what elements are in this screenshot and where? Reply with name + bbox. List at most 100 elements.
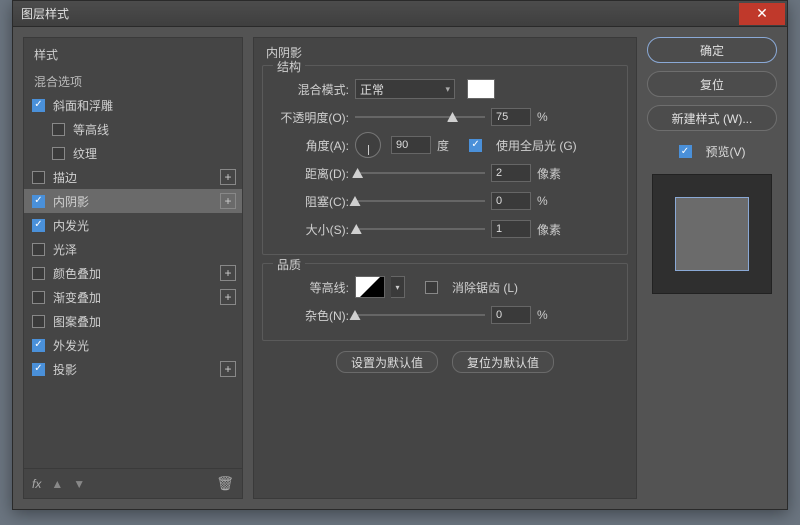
effect-checkbox[interactable] — [32, 291, 45, 304]
move-up-icon[interactable]: ▲ — [51, 477, 63, 491]
preview-label: 预览(V) — [706, 143, 746, 160]
use-global-light-checkbox[interactable] — [469, 139, 482, 152]
pixel-unit: 像素 — [537, 221, 561, 238]
panel-title: 内阴影 — [262, 42, 628, 65]
blend-mode-row: 混合模式: 正常 ▾ — [271, 76, 617, 102]
blending-options-row[interactable]: 混合选项 — [24, 69, 242, 93]
effect-checkbox[interactable] — [32, 267, 45, 280]
effect-checkbox[interactable] — [52, 123, 65, 136]
effect-row[interactable]: 渐变叠加 + — [24, 285, 242, 309]
reset-default-button[interactable]: 复位为默认值 — [452, 351, 554, 373]
noise-label: 杂色(N): — [271, 307, 349, 324]
effect-row[interactable]: 斜面和浮雕 — [24, 93, 242, 117]
preview-toggle[interactable]: 预览(V) — [647, 143, 777, 160]
add-effect-icon[interactable]: + — [220, 265, 236, 281]
effect-row[interactable]: 等高线 — [24, 117, 242, 141]
preview-checkbox[interactable] — [679, 145, 692, 158]
effect-row[interactable]: 投影+ — [24, 357, 242, 381]
pixel-unit: 像素 — [537, 165, 561, 182]
make-default-button[interactable]: 设置为默认值 — [336, 351, 438, 373]
effect-checkbox[interactable] — [32, 99, 45, 112]
blend-mode-value: 正常 — [360, 81, 384, 98]
effect-checkbox[interactable] — [32, 219, 45, 232]
quality-fieldset: 品质 等高线: ▾ 消除锯齿 (L) 杂色(N): % — [262, 263, 628, 341]
effect-checkbox[interactable] — [32, 195, 45, 208]
opacity-label: 不透明度(O): — [271, 109, 349, 126]
choke-row: 阻塞(C): % — [271, 188, 617, 214]
layer-style-dialog: 图层样式 ✕ 样式 混合选项 斜面和浮雕等高线纹理描边+内阴影+内发光光泽颜色叠… — [12, 0, 788, 510]
effect-checkbox[interactable] — [32, 243, 45, 256]
reset-button[interactable]: 复位 — [647, 71, 777, 97]
effect-row[interactable]: 图案叠加 — [24, 309, 242, 333]
opacity-input[interactable] — [491, 108, 531, 126]
effect-label: 颜色叠加 — [53, 265, 101, 282]
add-effect-icon[interactable]: + — [220, 361, 236, 377]
effect-label: 描边 — [53, 169, 77, 186]
effect-row[interactable]: 纹理 — [24, 141, 242, 165]
color-swatch[interactable] — [467, 79, 495, 99]
blending-options-label: 混合选项 — [34, 73, 82, 90]
chevron-down-icon: ▾ — [445, 84, 450, 95]
ok-button[interactable]: 确定 — [647, 37, 777, 63]
effect-list: 斜面和浮雕等高线纹理描边+内阴影+内发光光泽颜色叠加+渐变叠加+图案叠加外发光投… — [24, 93, 242, 468]
add-effect-icon[interactable]: + — [220, 169, 236, 185]
percent-unit: % — [537, 194, 548, 208]
angle-label: 角度(A): — [271, 137, 349, 154]
effect-label: 内发光 — [53, 217, 89, 234]
percent-unit: % — [537, 308, 548, 322]
blend-mode-select[interactable]: 正常 ▾ — [355, 79, 455, 99]
angle-input[interactable] — [391, 136, 431, 154]
effect-row[interactable]: 外发光 — [24, 333, 242, 357]
noise-slider[interactable] — [355, 308, 485, 322]
effect-label: 纹理 — [73, 145, 97, 162]
antialias-checkbox[interactable] — [425, 281, 438, 294]
effect-row[interactable]: 光泽 — [24, 237, 242, 261]
effect-row[interactable]: 内阴影+ — [24, 189, 242, 213]
effect-checkbox[interactable] — [32, 339, 45, 352]
opacity-slider[interactable] — [355, 110, 485, 124]
preview-swatch — [675, 197, 749, 271]
window-title: 图层样式 — [21, 5, 69, 22]
size-input[interactable] — [491, 220, 531, 238]
degree-unit: 度 — [437, 137, 449, 154]
effect-checkbox[interactable] — [32, 171, 45, 184]
trash-icon[interactable]: 🗑 — [216, 475, 234, 492]
contour-dropdown-icon[interactable]: ▾ — [391, 276, 405, 298]
titlebar[interactable]: 图层样式 ✕ — [13, 1, 787, 27]
effect-checkbox[interactable] — [52, 147, 65, 160]
size-slider[interactable] — [355, 222, 485, 236]
sidebar-footer: fx ▲ ▼ 🗑 — [24, 468, 242, 498]
effect-label: 斜面和浮雕 — [53, 97, 113, 114]
choke-slider[interactable] — [355, 194, 485, 208]
quality-legend: 品质 — [273, 256, 305, 273]
dialog-body: 样式 混合选项 斜面和浮雕等高线纹理描边+内阴影+内发光光泽颜色叠加+渐变叠加+… — [13, 27, 787, 509]
effect-row[interactable]: 内发光 — [24, 213, 242, 237]
size-label: 大小(S): — [271, 221, 349, 238]
close-icon: ✕ — [756, 5, 768, 22]
contour-picker[interactable] — [355, 276, 385, 298]
opacity-row: 不透明度(O): % — [271, 104, 617, 130]
move-down-icon[interactable]: ▼ — [73, 477, 85, 491]
effect-row[interactable]: 描边 + — [24, 165, 242, 189]
distance-input[interactable] — [491, 164, 531, 182]
choke-label: 阻塞(C): — [271, 193, 349, 210]
styles-header: 样式 — [24, 38, 242, 69]
antialias-label: 消除锯齿 (L) — [452, 279, 518, 296]
effect-row[interactable]: 颜色叠加 + — [24, 261, 242, 285]
effect-checkbox[interactable] — [32, 315, 45, 328]
effect-label: 渐变叠加 — [53, 289, 101, 306]
distance-slider[interactable] — [355, 166, 485, 180]
add-effect-icon[interactable]: + — [220, 193, 236, 209]
angle-dial[interactable] — [355, 132, 381, 158]
new-style-button[interactable]: 新建样式 (W)... — [647, 105, 777, 131]
close-button[interactable]: ✕ — [739, 3, 785, 25]
add-effect-icon[interactable]: + — [220, 289, 236, 305]
fx-icon[interactable]: fx — [32, 477, 41, 491]
effect-checkbox[interactable] — [32, 363, 45, 376]
noise-row: 杂色(N): % — [271, 302, 617, 328]
effect-label: 外发光 — [53, 337, 89, 354]
choke-input[interactable] — [491, 192, 531, 210]
noise-input[interactable] — [491, 306, 531, 324]
use-global-light-label: 使用全局光 (G) — [496, 137, 577, 154]
action-column: 确定 复位 新建样式 (W)... 预览(V) — [647, 37, 777, 499]
